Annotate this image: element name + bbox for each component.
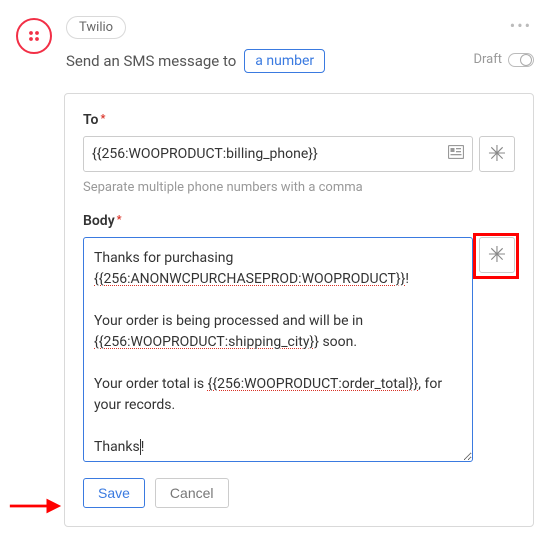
arrow-annotation-icon [8, 494, 63, 518]
to-label: To* [83, 112, 515, 128]
twilio-logo [16, 18, 52, 54]
save-button[interactable]: Save [83, 478, 145, 508]
to-section: To* ✳ Separate multiple phone numbers wi… [83, 112, 515, 195]
header-content: Twilio Send an SMS message to a number [66, 16, 534, 73]
asterisk-icon: ✳ [488, 243, 506, 268]
more-menu-icon[interactable]: ••• [510, 16, 532, 35]
app-name-pill[interactable]: Twilio [66, 16, 126, 39]
action-description: Send an SMS message to a number [66, 49, 534, 73]
header: Twilio Send an SMS message to a number •… [0, 0, 550, 73]
toggle-switch-icon[interactable] [508, 53, 534, 67]
description-text: Send an SMS message to [66, 52, 236, 70]
to-helper-text: Separate multiple phone numbers with a c… [83, 180, 515, 195]
body-row: Thanks for purchasing {{256:ANONWCPURCHA… [83, 237, 515, 462]
contact-card-icon[interactable] [448, 145, 464, 163]
cancel-button[interactable]: Cancel [155, 478, 229, 508]
number-token[interactable]: a number [244, 49, 325, 73]
body-label: Body* [83, 213, 515, 229]
to-variable-picker-button[interactable]: ✳ [479, 136, 515, 172]
to-input-wrap[interactable] [83, 136, 473, 172]
asterisk-icon: ✳ [488, 142, 506, 167]
message-card: To* ✳ Separate multiple phone numbers wi… [64, 93, 534, 527]
twilio-icon [25, 27, 43, 45]
body-variable-picker-button[interactable]: ✳ [479, 237, 515, 273]
to-input[interactable] [92, 146, 448, 162]
actions-row: Save Cancel [83, 478, 515, 508]
body-textarea[interactable]: Thanks for purchasing {{256:ANONWCPURCHA… [83, 237, 473, 462]
body-section: Body* Thanks for purchasing {{256:ANONWC… [83, 213, 515, 462]
draft-label: Draft [473, 52, 502, 67]
to-row: ✳ [83, 136, 515, 172]
draft-toggle[interactable]: Draft [473, 52, 534, 67]
